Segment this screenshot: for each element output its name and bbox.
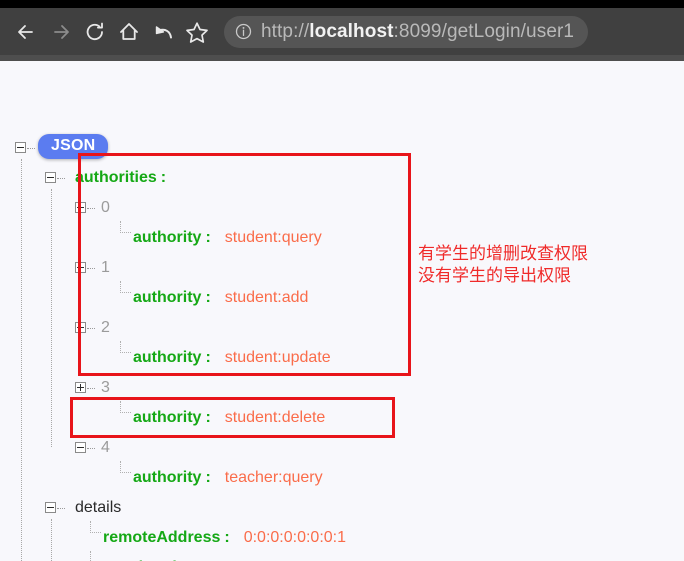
annotation-line-1: 有学生的增删改查权限 <box>418 244 588 264</box>
node-authority-3[interactable]: authority : student:delete <box>133 406 325 430</box>
value-authority-2: student:update <box>224 349 331 366</box>
undo-arrow-icon <box>155 25 172 38</box>
node-authority-1[interactable]: authority : student:add <box>133 286 308 310</box>
colon-authority-1: : <box>205 289 211 306</box>
index-label-2: 2 <box>101 319 110 336</box>
node-index-3[interactable]: 3 <box>101 376 110 400</box>
value-authority-4: teacher:query <box>224 469 323 486</box>
reload-icon <box>86 22 103 40</box>
node-index-0[interactable]: 0 <box>101 196 110 220</box>
expander-index-2[interactable] <box>75 322 86 333</box>
expander-index-4-dots <box>87 448 95 450</box>
colon-authorities: : <box>160 169 167 186</box>
node-index-2[interactable]: 2 <box>101 316 110 340</box>
colon-remote-address: : <box>224 529 230 546</box>
window-top-strip <box>0 0 684 8</box>
tree-guide-root <box>21 159 22 561</box>
address-bar[interactable]: http://localhost:8099/getLogin/user1 <box>224 15 589 48</box>
tree-elbow-remote-address <box>90 521 101 533</box>
colon-authority-4: : <box>205 469 211 486</box>
tree-elbow-auth-4 <box>120 461 131 473</box>
address-bar-text: http://localhost:8099/getLogin/user1 <box>261 21 574 43</box>
colon-authority-3: : <box>205 409 211 426</box>
arrow-right-icon <box>54 24 69 39</box>
key-authority-3: authority <box>133 409 202 426</box>
node-index-4[interactable]: 4 <box>101 436 110 460</box>
expander-authorities[interactable] <box>45 172 56 183</box>
node-authority-2[interactable]: authority : student:update <box>133 346 331 370</box>
value-authority-0: student:query <box>224 229 322 246</box>
reload-button[interactable] <box>78 15 112 49</box>
index-label-1: 1 <box>101 259 110 276</box>
key-authorities: authorities <box>75 169 157 186</box>
json-root-badge: JSON <box>38 134 109 159</box>
node-index-1[interactable]: 1 <box>101 256 110 280</box>
value-authority-3: student:delete <box>224 409 326 426</box>
key-authority-4: authority <box>133 469 202 486</box>
info-circle-icon[interactable] <box>235 23 252 40</box>
index-label-3: 3 <box>101 379 110 396</box>
bookmark-button[interactable] <box>180 15 214 49</box>
star-icon <box>186 21 208 43</box>
url-path: :8099/getLogin/user1 <box>393 20 575 42</box>
annotation-note: 有学生的增删改查权限 没有学生的导出权限 <box>418 243 588 287</box>
expander-authorities-dots <box>57 178 65 180</box>
index-label-4: 4 <box>101 439 110 456</box>
colon-authority-2: : <box>205 349 211 366</box>
forward-button[interactable] <box>44 15 78 49</box>
expander-details[interactable] <box>45 502 56 513</box>
node-authorities[interactable]: authorities : <box>75 166 166 190</box>
tree-elbow-auth-1 <box>120 281 131 293</box>
tree-guide-details <box>51 519 52 561</box>
node-remote-address[interactable]: remoteAddress : 0:0:0:0:0:0:0:1 <box>103 526 346 550</box>
expander-index-1[interactable] <box>75 262 86 273</box>
tree-guide-authorities <box>51 189 52 447</box>
arrow-left-icon <box>18 24 33 39</box>
browser-toolbar: http://localhost:8099/getLogin/user1 <box>0 8 684 55</box>
key-authority-1: authority <box>133 289 202 306</box>
node-details[interactable]: details <box>75 496 121 520</box>
expander-index-0-dots <box>87 208 95 210</box>
expander-root[interactable] <box>15 142 26 153</box>
index-label-0: 0 <box>101 199 110 216</box>
url-host: localhost <box>309 20 394 42</box>
node-authority-4[interactable]: authority : teacher:query <box>133 466 323 490</box>
annotation-line-2: 没有学生的导出权限 <box>418 266 571 286</box>
colon-authority-0: : <box>205 229 211 246</box>
expander-index-3[interactable] <box>75 382 86 393</box>
tree-elbow-auth-3 <box>120 401 131 413</box>
home-icon <box>120 22 138 40</box>
expander-index-1-dots <box>87 268 95 270</box>
key-authority-2: authority <box>133 349 202 366</box>
url-scheme: http:// <box>261 20 310 42</box>
expander-index-0[interactable] <box>75 202 86 213</box>
undo-button[interactable] <box>146 15 180 49</box>
expander-index-4[interactable] <box>75 442 86 453</box>
value-authority-1: student:add <box>224 289 309 306</box>
tree-elbow-auth-0 <box>120 221 131 233</box>
tree-elbow-session-id <box>90 551 101 561</box>
home-button[interactable] <box>112 15 146 49</box>
node-authority-0[interactable]: authority : student:query <box>133 226 322 250</box>
expander-index-2-dots <box>87 328 95 330</box>
value-remote-address: 0:0:0:0:0:0:0:1 <box>243 529 347 546</box>
node-session-id[interactable]: sessionId : A955CB37B24EB871E21813D05CC3… <box>103 556 511 561</box>
expander-index-3-dots <box>87 388 95 390</box>
expander-root-dots <box>27 148 35 150</box>
json-tree-viewer: JSON authorities : 0 authority : student… <box>0 61 684 561</box>
back-button[interactable] <box>10 15 44 49</box>
key-authority-0: authority <box>133 229 202 246</box>
tree-elbow-auth-2 <box>120 341 131 353</box>
expander-details-dots <box>57 508 65 510</box>
key-remote-address: remoteAddress <box>103 529 221 546</box>
key-details: details <box>75 499 122 516</box>
